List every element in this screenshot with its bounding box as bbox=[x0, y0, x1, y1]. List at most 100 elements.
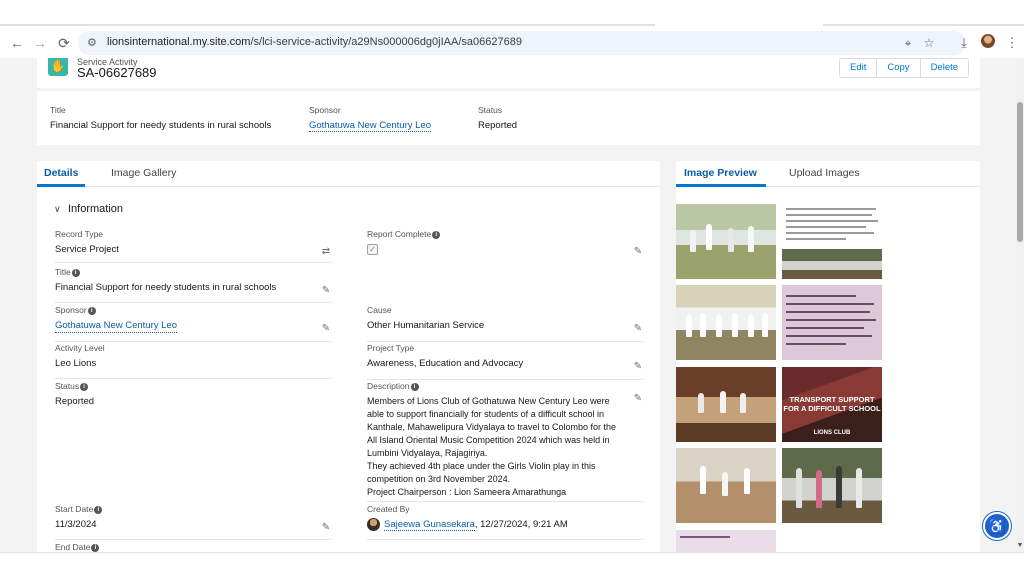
field-label-text: Title bbox=[55, 267, 71, 277]
text-line bbox=[786, 238, 846, 240]
field-divider bbox=[55, 302, 332, 303]
gallery-image[interactable] bbox=[676, 367, 776, 442]
field-sponsor: Sponsor i Gothatuwa New Century Leo ✎ bbox=[55, 305, 332, 342]
figure bbox=[748, 226, 754, 252]
text-line bbox=[786, 232, 874, 234]
field-label: Activity Level bbox=[55, 343, 105, 353]
active-tab-indicator bbox=[37, 184, 85, 187]
text-line bbox=[786, 311, 870, 313]
created-datetime: , 12/27/2024, 9:21 AM bbox=[474, 519, 568, 531]
chevron-down-icon: ∨ bbox=[54, 204, 61, 214]
tab-upload-images[interactable]: Upload Images bbox=[789, 167, 860, 179]
delete-button[interactable]: Delete bbox=[921, 59, 968, 77]
forward-icon[interactable]: → bbox=[31, 34, 49, 52]
gallery-image[interactable] bbox=[676, 448, 776, 523]
field-divider bbox=[367, 501, 644, 502]
gallery-image[interactable] bbox=[782, 285, 882, 360]
browser-toolbar: ← → ⟳ ⚙ lionsinternational.my.site.com/s… bbox=[0, 28, 1024, 58]
field-report-complete: Report Complete i ✓ ✎ bbox=[367, 229, 644, 265]
scroll-down-icon[interactable]: ▼ bbox=[1016, 542, 1024, 550]
page-content: ✋ Service Activity SA-06627689 Edit Copy… bbox=[0, 58, 1016, 552]
tab-strip bbox=[0, 0, 1024, 28]
page-scrollbar[interactable]: ▼ bbox=[1016, 58, 1024, 552]
field-label-text: Report Complete bbox=[367, 229, 432, 239]
info-icon[interactable]: i bbox=[91, 543, 100, 552]
tab-details[interactable]: Details bbox=[44, 167, 78, 179]
back-icon[interactable]: ← bbox=[8, 34, 26, 52]
sponsor-link[interactable]: Gothatuwa New Century Leo bbox=[309, 120, 431, 132]
tab-strip-divider bbox=[823, 24, 1024, 26]
figure bbox=[836, 466, 842, 508]
location-icon[interactable]: ⌖ bbox=[900, 35, 916, 51]
text-line bbox=[786, 220, 878, 222]
field-label: Created By bbox=[367, 504, 410, 514]
info-icon[interactable]: i bbox=[71, 268, 80, 277]
figure bbox=[856, 468, 862, 508]
field-label-text: Description bbox=[367, 381, 410, 391]
highlight-label: Status bbox=[478, 105, 503, 115]
info-icon[interactable]: i bbox=[94, 505, 103, 514]
gallery-image[interactable] bbox=[782, 249, 882, 279]
text-line bbox=[786, 214, 872, 216]
figure bbox=[796, 468, 802, 508]
info-icon[interactable]: i bbox=[87, 306, 96, 315]
figure bbox=[720, 391, 726, 413]
gallery-image[interactable] bbox=[782, 204, 882, 248]
field-label: Record Type bbox=[55, 229, 104, 239]
description-line: Members of Lions Club of Gothatuwa New C… bbox=[367, 396, 610, 406]
info-icon[interactable]: i bbox=[410, 382, 419, 391]
edit-pencil-icon[interactable]: ✎ bbox=[632, 323, 644, 335]
info-icon[interactable]: i bbox=[432, 230, 441, 239]
edit-button[interactable]: Edit bbox=[840, 59, 878, 77]
reload-icon[interactable]: ⟳ bbox=[55, 34, 73, 52]
field-value: ✓ bbox=[367, 243, 644, 256]
profile-avatar[interactable] bbox=[981, 34, 995, 48]
information-section-toggle[interactable]: ∨ Information bbox=[54, 203, 123, 215]
edit-pencil-icon[interactable]: ✎ bbox=[320, 522, 332, 534]
field-value: Financial Support for needy students in … bbox=[55, 282, 277, 293]
accessibility-icon[interactable]: ♿ bbox=[983, 512, 1011, 540]
star-icon[interactable]: ☆ bbox=[921, 35, 937, 51]
sponsor-link[interactable]: Gothatuwa New Century Leo bbox=[55, 319, 177, 333]
highlight-status: Status Reported bbox=[478, 105, 517, 131]
gallery-image[interactable]: TRANSPORT SUPPORT FOR A DIFFICULT SCHOOL… bbox=[782, 367, 882, 442]
figure bbox=[762, 313, 768, 337]
figure bbox=[700, 466, 706, 494]
field-value: Awareness, Education and Advocacy bbox=[367, 358, 524, 369]
site-info-icon[interactable]: ⚙ bbox=[87, 36, 101, 50]
gallery-image[interactable] bbox=[676, 204, 776, 279]
highlight-sponsor: Sponsor Gothatuwa New Century Leo bbox=[309, 105, 431, 133]
change-record-type-icon[interactable]: ⇄ bbox=[320, 246, 332, 258]
report-complete-checkbox[interactable]: ✓ bbox=[367, 244, 378, 255]
description-line: Project Chairperson : Lion Sameera Amara… bbox=[367, 487, 567, 497]
field-label: Report Complete i bbox=[367, 229, 644, 239]
edit-pencil-icon[interactable]: ✎ bbox=[632, 361, 644, 373]
figure bbox=[816, 470, 822, 508]
service-activity-icon: ✋ bbox=[48, 58, 68, 76]
figure bbox=[740, 393, 746, 413]
figure bbox=[744, 468, 750, 494]
gallery-image[interactable] bbox=[782, 448, 882, 523]
edit-pencil-icon[interactable]: ✎ bbox=[632, 246, 644, 258]
download-icon[interactable]: ⤓ bbox=[955, 34, 973, 52]
description-line: Kanthale, Mahawelipura Vidyalaya to trav… bbox=[367, 422, 616, 432]
scrollbar-thumb[interactable] bbox=[1017, 102, 1023, 242]
url-text[interactable]: lionsinternational.my.site.com/s/lci-ser… bbox=[107, 36, 522, 48]
field-status: Status i Reported bbox=[55, 381, 332, 501]
figure bbox=[716, 315, 722, 337]
tab-image-gallery[interactable]: Image Gallery bbox=[111, 167, 176, 179]
figure bbox=[690, 230, 696, 252]
creator-link[interactable]: Sajeewa Gunasekara bbox=[384, 519, 475, 532]
edit-pencil-icon[interactable]: ✎ bbox=[632, 393, 644, 405]
copy-button[interactable]: Copy bbox=[877, 59, 921, 77]
menu-icon[interactable]: ⋮ bbox=[1003, 34, 1021, 52]
edit-pencil-icon[interactable]: ✎ bbox=[320, 285, 332, 297]
gallery-image[interactable] bbox=[676, 530, 776, 552]
edit-pencil-icon[interactable]: ✎ bbox=[320, 323, 332, 335]
field-label: End Date i bbox=[55, 542, 332, 552]
text-line bbox=[786, 303, 874, 305]
tab-image-preview[interactable]: Image Preview bbox=[684, 167, 757, 179]
address-bar[interactable]: ⚙ lionsinternational.my.site.com/s/lci-s… bbox=[78, 31, 966, 55]
info-icon[interactable]: i bbox=[80, 382, 89, 391]
gallery-image[interactable] bbox=[676, 285, 776, 360]
